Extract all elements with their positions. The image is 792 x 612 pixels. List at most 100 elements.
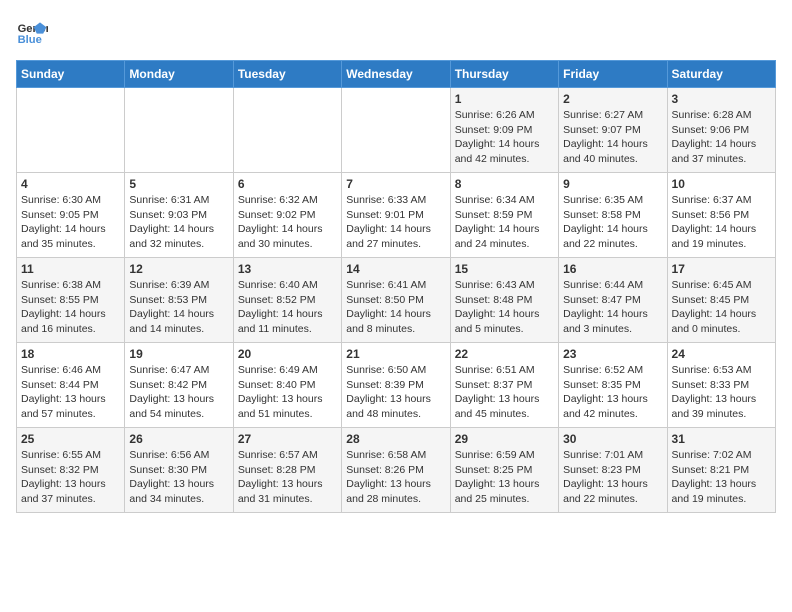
svg-text:Blue: Blue: [18, 34, 42, 46]
day-info: Sunrise: 6:49 AM Sunset: 8:40 PM Dayligh…: [238, 363, 337, 422]
day-number: 11: [21, 262, 120, 276]
day-info: Sunrise: 6:34 AM Sunset: 8:59 PM Dayligh…: [455, 193, 554, 252]
week-row-3: 11 Sunrise: 6:38 AM Sunset: 8:55 PM Dayli…: [17, 258, 776, 343]
calendar-cell: 7 Sunrise: 6:33 AM Sunset: 9:01 PM Daylig…: [342, 173, 450, 258]
column-header-monday: Monday: [125, 61, 233, 88]
day-info: Sunrise: 7:01 AM Sunset: 8:23 PM Dayligh…: [563, 448, 662, 507]
day-number: 3: [672, 92, 771, 106]
day-info: Sunrise: 6:46 AM Sunset: 8:44 PM Dayligh…: [21, 363, 120, 422]
day-info: Sunrise: 6:51 AM Sunset: 8:37 PM Dayligh…: [455, 363, 554, 422]
day-info: Sunrise: 6:58 AM Sunset: 8:26 PM Dayligh…: [346, 448, 445, 507]
calendar-cell: [125, 88, 233, 173]
day-info: Sunrise: 6:47 AM Sunset: 8:42 PM Dayligh…: [129, 363, 228, 422]
day-info: Sunrise: 6:50 AM Sunset: 8:39 PM Dayligh…: [346, 363, 445, 422]
day-number: 4: [21, 177, 120, 191]
week-row-4: 18 Sunrise: 6:46 AM Sunset: 8:44 PM Dayli…: [17, 343, 776, 428]
calendar-cell: 17 Sunrise: 6:45 AM Sunset: 8:45 PM Dayli…: [667, 258, 775, 343]
column-header-wednesday: Wednesday: [342, 61, 450, 88]
day-info: Sunrise: 6:40 AM Sunset: 8:52 PM Dayligh…: [238, 278, 337, 337]
calendar-cell: 9 Sunrise: 6:35 AM Sunset: 8:58 PM Daylig…: [559, 173, 667, 258]
day-number: 7: [346, 177, 445, 191]
day-info: Sunrise: 6:35 AM Sunset: 8:58 PM Dayligh…: [563, 193, 662, 252]
week-row-1: 1Sunrise: 6:26 AM Sunset: 9:09 PM Daylig…: [17, 88, 776, 173]
day-info: Sunrise: 6:26 AM Sunset: 9:09 PM Dayligh…: [455, 108, 554, 167]
calendar-cell: [233, 88, 341, 173]
day-number: 18: [21, 347, 120, 361]
calendar-cell: 29 Sunrise: 6:59 AM Sunset: 8:25 PM Dayli…: [450, 428, 558, 513]
calendar-cell: 2 Sunrise: 6:27 AM Sunset: 9:07 PM Daylig…: [559, 88, 667, 173]
day-number: 15: [455, 262, 554, 276]
calendar-cell: [342, 88, 450, 173]
day-number: 25: [21, 432, 120, 446]
calendar-cell: 13Sunrise: 6:40 AM Sunset: 8:52 PM Dayli…: [233, 258, 341, 343]
calendar-cell: 10 Sunrise: 6:37 AM Sunset: 8:56 PM Dayli…: [667, 173, 775, 258]
calendar-cell: 18 Sunrise: 6:46 AM Sunset: 8:44 PM Dayli…: [17, 343, 125, 428]
calendar-cell: 22 Sunrise: 6:51 AM Sunset: 8:37 PM Dayli…: [450, 343, 558, 428]
day-number: 31: [672, 432, 771, 446]
day-info: Sunrise: 6:37 AM Sunset: 8:56 PM Dayligh…: [672, 193, 771, 252]
calendar-cell: 26 Sunrise: 6:56 AM Sunset: 8:30 PM Dayli…: [125, 428, 233, 513]
day-info: Sunrise: 6:56 AM Sunset: 8:30 PM Dayligh…: [129, 448, 228, 507]
calendar-cell: 6Sunrise: 6:32 AM Sunset: 9:02 PM Daylig…: [233, 173, 341, 258]
calendar-cell: 8 Sunrise: 6:34 AM Sunset: 8:59 PM Daylig…: [450, 173, 558, 258]
column-header-sunday: Sunday: [17, 61, 125, 88]
day-number: 8: [455, 177, 554, 191]
day-number: 19: [129, 347, 228, 361]
day-number: 12: [129, 262, 228, 276]
day-info: Sunrise: 6:52 AM Sunset: 8:35 PM Dayligh…: [563, 363, 662, 422]
column-header-tuesday: Tuesday: [233, 61, 341, 88]
day-number: 27: [238, 432, 337, 446]
day-info: Sunrise: 6:45 AM Sunset: 8:45 PM Dayligh…: [672, 278, 771, 337]
day-number: 28: [346, 432, 445, 446]
day-info: Sunrise: 6:27 AM Sunset: 9:07 PM Dayligh…: [563, 108, 662, 167]
day-info: Sunrise: 6:44 AM Sunset: 8:47 PM Dayligh…: [563, 278, 662, 337]
calendar-cell: 24Sunrise: 6:53 AM Sunset: 8:33 PM Dayli…: [667, 343, 775, 428]
calendar-cell: 11 Sunrise: 6:38 AM Sunset: 8:55 PM Dayli…: [17, 258, 125, 343]
day-number: 30: [563, 432, 662, 446]
day-info: Sunrise: 6:57 AM Sunset: 8:28 PM Dayligh…: [238, 448, 337, 507]
logo-icon: General Blue: [16, 16, 48, 48]
calendar-cell: 23Sunrise: 6:52 AM Sunset: 8:35 PM Dayli…: [559, 343, 667, 428]
day-info: Sunrise: 6:33 AM Sunset: 9:01 PM Dayligh…: [346, 193, 445, 252]
day-number: 10: [672, 177, 771, 191]
day-number: 21: [346, 347, 445, 361]
day-info: Sunrise: 6:59 AM Sunset: 8:25 PM Dayligh…: [455, 448, 554, 507]
calendar-cell: 4 Sunrise: 6:30 AM Sunset: 9:05 PM Daylig…: [17, 173, 125, 258]
week-row-5: 25 Sunrise: 6:55 AM Sunset: 8:32 PM Dayli…: [17, 428, 776, 513]
day-info: Sunrise: 6:43 AM Sunset: 8:48 PM Dayligh…: [455, 278, 554, 337]
day-info: Sunrise: 6:31 AM Sunset: 9:03 PM Dayligh…: [129, 193, 228, 252]
day-info: Sunrise: 6:41 AM Sunset: 8:50 PM Dayligh…: [346, 278, 445, 337]
calendar-cell: 1Sunrise: 6:26 AM Sunset: 9:09 PM Daylig…: [450, 88, 558, 173]
calendar-cell: 16 Sunrise: 6:44 AM Sunset: 8:47 PM Dayli…: [559, 258, 667, 343]
calendar-cell: 28 Sunrise: 6:58 AM Sunset: 8:26 PM Dayli…: [342, 428, 450, 513]
day-number: 26: [129, 432, 228, 446]
day-number: 6: [238, 177, 337, 191]
calendar-cell: 3 Sunrise: 6:28 AM Sunset: 9:06 PM Daylig…: [667, 88, 775, 173]
day-number: 14: [346, 262, 445, 276]
day-info: Sunrise: 6:38 AM Sunset: 8:55 PM Dayligh…: [21, 278, 120, 337]
day-number: 17: [672, 262, 771, 276]
calendar-cell: 14 Sunrise: 6:41 AM Sunset: 8:50 PM Dayli…: [342, 258, 450, 343]
calendar-cell: 12Sunrise: 6:39 AM Sunset: 8:53 PM Dayli…: [125, 258, 233, 343]
day-number: 5: [129, 177, 228, 191]
column-header-saturday: Saturday: [667, 61, 775, 88]
calendar-cell: 30 Sunrise: 7:01 AM Sunset: 8:23 PM Dayli…: [559, 428, 667, 513]
day-info: Sunrise: 6:55 AM Sunset: 8:32 PM Dayligh…: [21, 448, 120, 507]
calendar-cell: 27 Sunrise: 6:57 AM Sunset: 8:28 PM Dayli…: [233, 428, 341, 513]
calendar-cell: [17, 88, 125, 173]
day-number: 29: [455, 432, 554, 446]
day-number: 24: [672, 347, 771, 361]
column-header-friday: Friday: [559, 61, 667, 88]
week-row-2: 4 Sunrise: 6:30 AM Sunset: 9:05 PM Daylig…: [17, 173, 776, 258]
day-number: 20: [238, 347, 337, 361]
day-info: Sunrise: 6:28 AM Sunset: 9:06 PM Dayligh…: [672, 108, 771, 167]
calendar-cell: 19 Sunrise: 6:47 AM Sunset: 8:42 PM Dayli…: [125, 343, 233, 428]
day-number: 22: [455, 347, 554, 361]
day-info: Sunrise: 6:30 AM Sunset: 9:05 PM Dayligh…: [21, 193, 120, 252]
day-number: 9: [563, 177, 662, 191]
day-number: 16: [563, 262, 662, 276]
calendar-cell: 25 Sunrise: 6:55 AM Sunset: 8:32 PM Dayli…: [17, 428, 125, 513]
page-header: General Blue: [16, 16, 776, 48]
day-number: 2: [563, 92, 662, 106]
calendar-cell: 5 Sunrise: 6:31 AM Sunset: 9:03 PM Daylig…: [125, 173, 233, 258]
